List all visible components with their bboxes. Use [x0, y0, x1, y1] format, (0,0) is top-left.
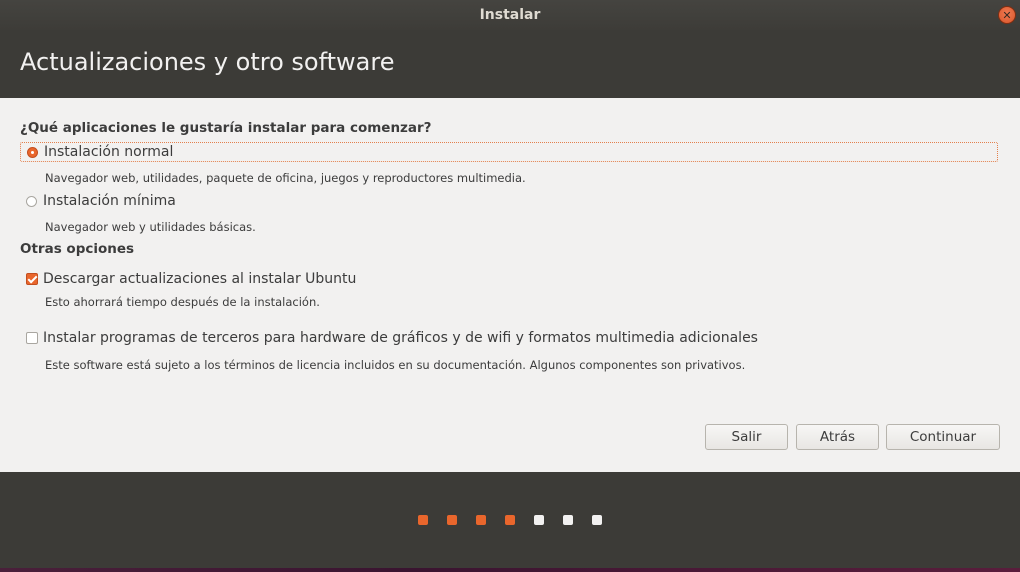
quit-button[interactable]: Salir	[705, 424, 788, 450]
checkbox-unchecked-icon[interactable]	[26, 332, 38, 344]
third-party-label: Instalar programas de terceros para hard…	[43, 330, 758, 346]
third-party-description: Este software está sujeto a los términos…	[45, 358, 746, 372]
progress-dot	[418, 515, 428, 525]
install-question: ¿Qué aplicaciones le gustaría instalar p…	[20, 120, 432, 136]
close-icon[interactable]: ✕	[998, 6, 1016, 24]
radio-minimal-install[interactable]: Instalación mínima	[20, 191, 176, 211]
progress-footer	[0, 472, 1020, 568]
checkbox-third-party[interactable]: Instalar programas de terceros para hard…	[20, 328, 758, 348]
other-options-title: Otras opciones	[20, 241, 135, 257]
continue-button[interactable]: Continuar	[886, 424, 1000, 450]
radio-minimal-label: Instalación mínima	[43, 193, 176, 209]
window-title: Instalar	[479, 7, 541, 23]
progress-dot	[447, 515, 457, 525]
progress-dots	[418, 515, 602, 525]
download-updates-description: Esto ahorrará tiempo después de la insta…	[45, 295, 320, 309]
minimal-install-description: Navegador web y utilidades básicas.	[45, 220, 256, 234]
normal-install-description: Navegador web, utilidades, paquete de of…	[45, 171, 526, 185]
back-button[interactable]: Atrás	[796, 424, 879, 450]
main-content: ¿Qué aplicaciones le gustaría instalar p…	[0, 98, 1020, 472]
checkbox-download-updates[interactable]: Descargar actualizaciones al instalar Ub…	[20, 269, 356, 289]
progress-dot	[563, 515, 573, 525]
radio-selected-icon[interactable]	[27, 146, 38, 158]
radio-unselected-icon[interactable]	[26, 195, 37, 207]
progress-dot	[592, 515, 602, 525]
progress-dot	[534, 515, 544, 525]
radio-normal-label: Instalación normal	[44, 144, 174, 160]
progress-dot	[476, 515, 486, 525]
progress-dot	[505, 515, 515, 525]
page-title: Actualizaciones y otro software	[20, 48, 395, 76]
download-updates-label: Descargar actualizaciones al instalar Ub…	[43, 271, 357, 287]
radio-normal-install[interactable]: Instalación normal	[20, 142, 998, 162]
checkbox-checked-icon[interactable]	[26, 273, 38, 285]
page-header: Actualizaciones y otro software	[0, 30, 1020, 98]
desktop-strip	[0, 568, 1020, 572]
window-titlebar: Instalar ✕	[0, 0, 1020, 30]
